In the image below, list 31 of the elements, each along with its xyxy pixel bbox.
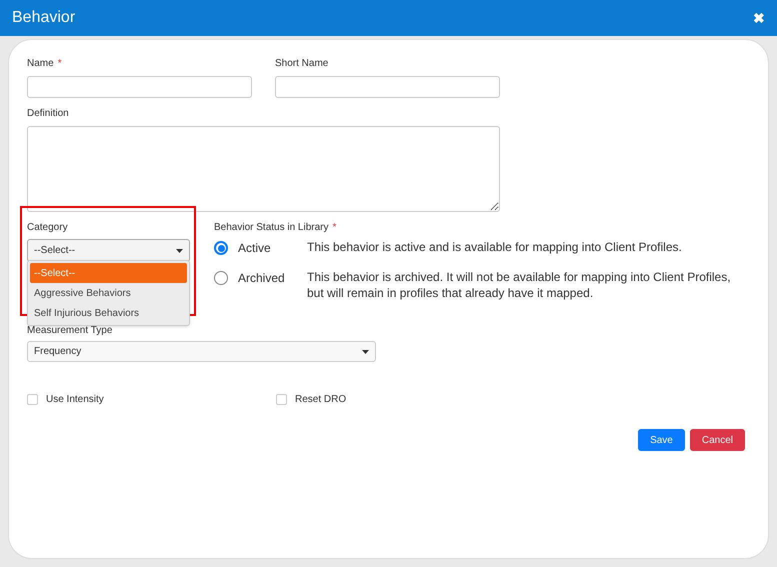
definition-textarea[interactable] — [27, 126, 500, 212]
radio-label: Archived — [238, 270, 285, 287]
field-label: Behavior Status in Library — [214, 221, 329, 235]
required-asterisk: * — [332, 221, 336, 235]
checkbox-label: Reset DRO — [295, 393, 346, 407]
dropdown-option[interactable]: Aggressive Behaviors — [30, 283, 187, 303]
required-asterisk: * — [58, 57, 62, 71]
dropdown-option[interactable]: Self Injurious Behaviors — [30, 303, 187, 323]
caret-icon — [176, 248, 183, 252]
radio-label: Active — [238, 240, 271, 257]
radio-button[interactable] — [214, 241, 228, 255]
field-label: Short Name — [275, 57, 328, 71]
status-description: This behavior is active and is available for mapping into Client Profiles. — [307, 239, 683, 255]
radio-button[interactable] — [214, 271, 228, 285]
field-label: Measurement Type — [27, 324, 114, 338]
status-description: This behavior is archived. It will not be available for mapping into Client Profiles, but will remain in profiles that already have it mapped. — [307, 269, 732, 301]
field-label: Definition — [27, 107, 70, 121]
field-label: Name — [27, 57, 54, 71]
field-label: Category — [27, 221, 69, 235]
name-input[interactable] — [27, 76, 252, 98]
measurement-type-select[interactable]: Frequency — [27, 341, 376, 362]
checkbox-label: Use Intensity — [46, 393, 104, 407]
close-button[interactable]: ✖ — [753, 8, 765, 28]
category-select[interactable]: --Select-- — [27, 239, 190, 262]
cancel-button[interactable]: Cancel — [690, 429, 745, 451]
checkbox[interactable] — [276, 394, 287, 405]
save-button[interactable]: Save — [638, 429, 685, 451]
window-title: Behavior — [12, 8, 76, 28]
short-name-input[interactable] — [275, 76, 500, 98]
checkbox[interactable] — [27, 394, 38, 405]
caret-icon — [362, 350, 369, 354]
